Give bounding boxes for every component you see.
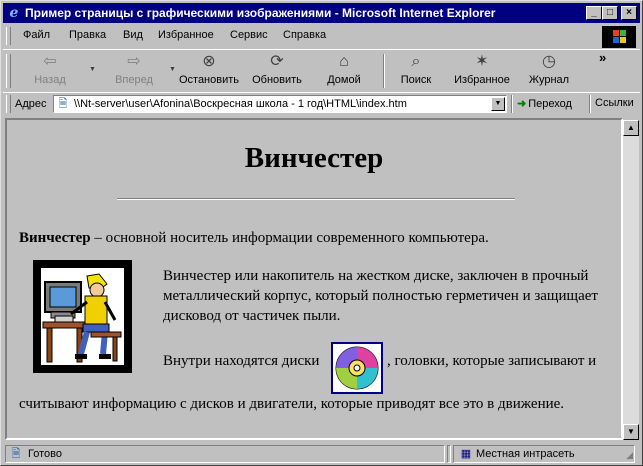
address-url: \\Nt-server\user\Afonina\Воскресная школ… bbox=[74, 98, 407, 110]
back-arrow-icon: ⇦ bbox=[43, 53, 57, 70]
stop-button[interactable]: ⊗ Остановить bbox=[177, 52, 241, 92]
intro-paragraph: Винчестер – основной носитель информации… bbox=[19, 230, 489, 247]
refresh-label: Обновить bbox=[252, 74, 302, 86]
favorites-button[interactable]: ✶ Избранное bbox=[451, 52, 513, 92]
close-button[interactable]: × bbox=[621, 6, 637, 20]
menu-help[interactable]: Справка bbox=[283, 29, 326, 41]
forward-arrow-icon: ⇨ bbox=[127, 53, 141, 70]
arrow-down-icon: ▼ bbox=[627, 427, 635, 436]
browser-window: e Пример страницы с графическими изображ… bbox=[0, 0, 643, 466]
address-label: Адрес bbox=[15, 98, 47, 110]
search-icon: ⌕ bbox=[411, 53, 421, 70]
compact-disk-icon bbox=[335, 346, 379, 390]
intro-text: – основной носитель информации современн… bbox=[90, 230, 489, 246]
disk-image bbox=[331, 342, 383, 394]
address-bar-grip[interactable] bbox=[6, 95, 11, 113]
computer-user-illustration-icon bbox=[42, 273, 122, 363]
history-icon: ◷ bbox=[542, 53, 556, 70]
status-main-panel: 🗎 Готово bbox=[5, 445, 445, 463]
favorites-label: Избранное bbox=[454, 74, 510, 86]
menu-edit[interactable]: Правка bbox=[69, 29, 106, 41]
maximize-button[interactable]: □ bbox=[602, 6, 618, 20]
menu-tools[interactable]: Сервис bbox=[230, 29, 268, 41]
web-document: Винчестер Винчестер – основной носитель … bbox=[7, 120, 621, 438]
internet-explorer-icon: e bbox=[9, 5, 19, 21]
status-panel bbox=[447, 445, 451, 463]
disks-text-after: , головки, которые записывают и bbox=[387, 353, 597, 369]
toolbar-overflow-chevron-icon[interactable]: » bbox=[599, 50, 606, 65]
menu-file[interactable]: Файл bbox=[23, 29, 50, 41]
home-button[interactable]: ⌂ Домой bbox=[321, 52, 367, 92]
history-label: Журнал bbox=[528, 74, 570, 86]
stop-icon: ⊗ bbox=[202, 53, 216, 70]
standard-toolbar: ⇦ Назад ▼ ⇨ Вперед ▼ ⊗ Остановить ⟳ Обно… bbox=[3, 49, 640, 92]
home-label: Домой bbox=[327, 74, 361, 86]
address-separator bbox=[511, 95, 513, 113]
favorites-icon: ✶ bbox=[475, 53, 489, 70]
forward-label: Вперед bbox=[115, 74, 153, 86]
chevron-down-icon: ▼ bbox=[494, 100, 502, 107]
resize-grip-icon[interactable]: ◢ bbox=[621, 449, 633, 461]
menu-bar-grip[interactable] bbox=[6, 27, 11, 45]
title-bar[interactable]: e Пример страницы с графическими изображ… bbox=[3, 3, 640, 23]
security-zone-panel: ▦ Местная интрасеть ◢ bbox=[453, 445, 635, 463]
forward-button[interactable]: ⇨ Вперед bbox=[107, 52, 161, 92]
intranet-zone-icon: ▦ bbox=[460, 448, 472, 460]
chevron-down-icon: ▼ bbox=[169, 66, 176, 73]
menu-view[interactable]: Вид bbox=[123, 29, 143, 41]
page-viewport: Винчестер Винчестер – основной носитель … bbox=[5, 118, 623, 440]
disks-text-continuation: считывают информацию с дисков и двигател… bbox=[19, 396, 565, 412]
back-button[interactable]: ⇦ Назад bbox=[27, 52, 73, 92]
page-done-icon: 🗎 bbox=[11, 448, 21, 460]
history-button[interactable]: ◷ Журнал bbox=[525, 52, 573, 92]
security-zone-text: Местная интрасеть bbox=[476, 448, 575, 460]
go-button[interactable]: ➜ Переход bbox=[517, 97, 572, 110]
minimize-button[interactable]: _ bbox=[586, 6, 602, 20]
refresh-button[interactable]: ⟳ Обновить bbox=[247, 52, 307, 92]
search-button[interactable]: ⌕ Поиск bbox=[395, 52, 437, 92]
back-label: Назад bbox=[34, 74, 66, 86]
toolbar-separator bbox=[383, 54, 385, 88]
links-separator bbox=[589, 95, 591, 113]
forward-history-dropdown[interactable]: ▼ bbox=[165, 52, 176, 92]
stop-label: Остановить bbox=[178, 74, 240, 86]
address-input[interactable]: 🗎 \\Nt-server\user\Afonina\Воскресная шк… bbox=[53, 95, 507, 113]
links-button[interactable]: Ссылки bbox=[595, 97, 634, 109]
address-bar: Адрес 🗎 \\Nt-server\user\Afonina\Воскрес… bbox=[3, 92, 640, 115]
page-heading: Винчестер bbox=[244, 142, 384, 174]
status-text: Готово bbox=[28, 448, 62, 460]
window-title: Пример страницы с графическими изображен… bbox=[25, 6, 496, 20]
home-icon: ⌂ bbox=[339, 53, 349, 70]
refresh-icon: ⟳ bbox=[270, 53, 284, 70]
toolbar-grip[interactable] bbox=[6, 54, 11, 88]
intro-bold-term: Винчестер bbox=[19, 230, 91, 246]
back-history-dropdown[interactable]: ▼ bbox=[85, 52, 96, 92]
vertical-scrollbar[interactable]: ▲ ▼ bbox=[623, 120, 639, 440]
arrow-up-icon: ▲ bbox=[627, 123, 635, 132]
scroll-down-button[interactable]: ▼ bbox=[623, 424, 639, 440]
address-dropdown-button[interactable]: ▼ bbox=[491, 97, 505, 111]
go-label: Переход bbox=[528, 98, 572, 110]
windows-logo-icon bbox=[602, 26, 636, 48]
menu-favorites[interactable]: Избранное bbox=[158, 29, 214, 41]
menu-bar: Файл Правка Вид Избранное Сервис Справка bbox=[3, 25, 640, 48]
horizontal-rule bbox=[117, 198, 515, 200]
scroll-up-button[interactable]: ▲ bbox=[623, 120, 639, 136]
go-arrow-icon: ➜ bbox=[517, 98, 527, 110]
description-paragraph: Винчестер или накопитель на жестком диск… bbox=[163, 268, 598, 324]
status-bar: 🗎 Готово ▦ Местная интрасеть ◢ bbox=[3, 444, 640, 464]
chevron-down-icon: ▼ bbox=[89, 66, 96, 73]
disks-text-before: Внутри находятся диски bbox=[163, 353, 320, 369]
page-icon: 🗎 bbox=[58, 98, 68, 110]
search-label: Поиск bbox=[400, 74, 432, 86]
computer-user-image bbox=[33, 260, 132, 373]
